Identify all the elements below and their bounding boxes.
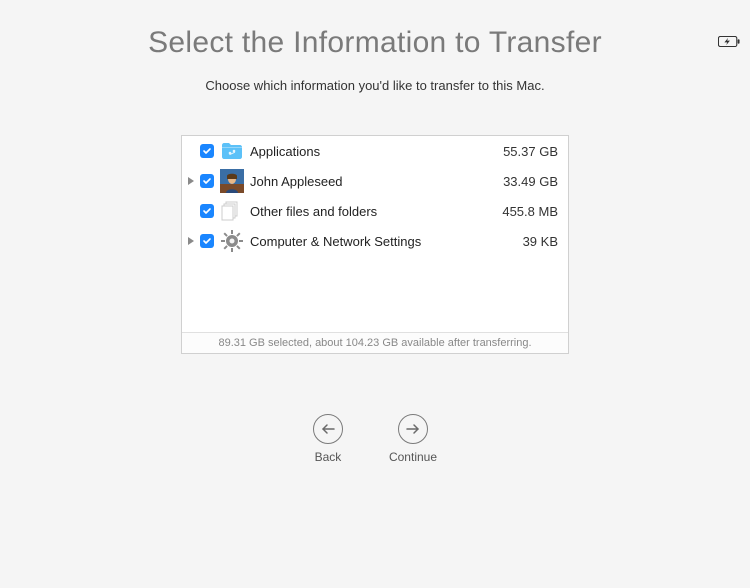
gear-icon <box>220 229 244 253</box>
disclosure-triangle-icon[interactable] <box>188 177 194 185</box>
page-subtitle: Choose which information you'd like to t… <box>0 78 750 93</box>
list-item[interactable]: John Appleseed 33.49 GB <box>182 166 568 196</box>
documents-icon <box>220 199 244 223</box>
battery-charging-icon <box>718 34 740 46</box>
page-title: Select the Information to Transfer <box>0 26 750 60</box>
user-avatar-icon <box>220 169 244 193</box>
continue-button[interactable]: Continue <box>389 414 437 464</box>
arrow-left-icon <box>313 414 343 444</box>
item-size: 55.37 GB <box>503 144 558 159</box>
list-spacer <box>182 256 568 332</box>
list-item[interactable]: Other files and folders 455.8 MB <box>182 196 568 226</box>
checkbox[interactable] <box>200 234 214 248</box>
disclosure-triangle-icon[interactable] <box>188 237 194 245</box>
arrow-right-icon <box>398 414 428 444</box>
item-size: 455.8 MB <box>502 204 558 219</box>
transfer-list: Applications 55.37 GB John Appleseed <box>182 136 568 332</box>
transfer-panel: Applications 55.37 GB John Appleseed <box>181 135 569 354</box>
back-button[interactable]: Back <box>313 414 343 464</box>
list-item[interactable]: Computer & Network Settings 39 KB <box>182 226 568 256</box>
status-bar: 89.31 GB selected, about 104.23 GB avail… <box>182 332 568 353</box>
item-label: Other files and folders <box>250 204 502 219</box>
checkbox[interactable] <box>200 204 214 218</box>
checkbox[interactable] <box>200 174 214 188</box>
item-label: Applications <box>250 144 503 159</box>
item-size: 33.49 GB <box>503 174 558 189</box>
apps-folder-icon <box>220 139 244 163</box>
continue-label: Continue <box>389 450 437 464</box>
nav-bar: Back Continue <box>0 414 750 464</box>
item-label: Computer & Network Settings <box>250 234 523 249</box>
item-size: 39 KB <box>523 234 558 249</box>
checkbox[interactable] <box>200 144 214 158</box>
list-item[interactable]: Applications 55.37 GB <box>182 136 568 166</box>
back-label: Back <box>315 450 342 464</box>
item-label: John Appleseed <box>250 174 503 189</box>
